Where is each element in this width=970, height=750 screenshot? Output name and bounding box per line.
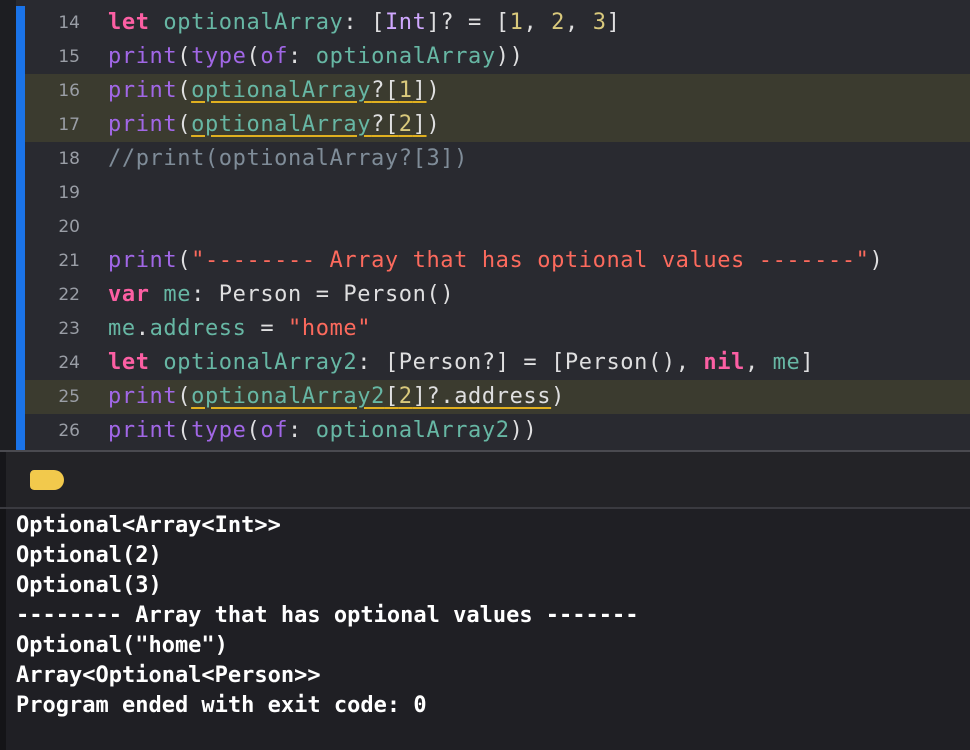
code-editor[interactable]: 14 let optionalArray: [Int]? = [1, 2, 3]… xyxy=(0,0,970,450)
line-number: 20 xyxy=(58,217,80,237)
code-line[interactable]: 18 //print(optionalArray?[3]) xyxy=(25,142,970,176)
code-line[interactable]: 26 print(type(of: optionalArray2)) xyxy=(25,414,970,448)
code-line-warning[interactable]: 25 print(optionalArray2[2]?.address) xyxy=(25,380,970,414)
code-line-warning[interactable]: 17 print(optionalArray?[2]) xyxy=(25,108,970,142)
code-line[interactable]: 15 print(type(of: optionalArray)) xyxy=(25,40,970,74)
debug-toolbar xyxy=(0,452,970,508)
code-line[interactable]: 21 print("-------- Array that has option… xyxy=(25,244,970,278)
console-line: Optional(2) xyxy=(16,543,162,568)
code-text[interactable]: print(optionalArray?[2]) xyxy=(108,108,440,142)
code-text[interactable]: let optionalArray2: [Person?] = [Person(… xyxy=(108,346,814,380)
line-number: 17 xyxy=(58,115,80,135)
line-number: 15 xyxy=(58,47,80,67)
code-line[interactable]: 23 me.address = "home" xyxy=(25,312,970,346)
debug-console[interactable]: Optional<Array<Int>> Optional(2) Optiona… xyxy=(0,509,970,750)
line-number: 21 xyxy=(58,251,80,271)
code-line[interactable]: 20 xyxy=(25,210,970,244)
code-line[interactable]: 14 let optionalArray: [Int]? = [1, 2, 3] xyxy=(25,6,970,40)
code-text[interactable]: print(type(of: optionalArray2)) xyxy=(108,414,537,448)
code-line-warning[interactable]: 16 print(optionalArray?[1]) xyxy=(25,74,970,108)
code-text[interactable]: var me: Person = Person() xyxy=(108,278,454,312)
breakpoint-tag-icon[interactable] xyxy=(30,470,64,490)
console-line: Array<Optional<Person>> xyxy=(16,663,321,688)
line-number: 18 xyxy=(58,149,80,169)
line-number: 25 xyxy=(58,387,80,407)
console-line: Optional<Array<Int>> xyxy=(16,513,281,538)
code-text[interactable]: let optionalArray: [Int]? = [1, 2, 3] xyxy=(108,6,620,40)
code-line[interactable]: 24 let optionalArray2: [Person?] = [Pers… xyxy=(25,346,970,380)
line-number: 26 xyxy=(58,421,80,441)
code-text[interactable]: print(optionalArray2[2]?.address) xyxy=(108,380,565,414)
editor-gutter-edge xyxy=(0,0,16,450)
code-text[interactable]: me.address = "home" xyxy=(108,312,371,346)
line-number: 19 xyxy=(58,183,80,203)
code-text[interactable]: print(optionalArray?[1]) xyxy=(108,74,440,108)
line-number: 14 xyxy=(58,13,80,33)
code-line[interactable]: 22 var me: Person = Person() xyxy=(25,278,970,312)
console-line: Program ended with exit code: 0 xyxy=(16,693,427,718)
line-number: 23 xyxy=(58,319,80,339)
code-line[interactable]: 19 xyxy=(25,176,970,210)
line-number: 22 xyxy=(58,285,80,305)
code-text[interactable]: print("-------- Array that has optional … xyxy=(108,244,883,278)
console-line: -------- Array that has optional values … xyxy=(16,603,639,628)
line-number: 16 xyxy=(58,81,80,101)
line-number: 24 xyxy=(58,353,80,373)
source-change-bar xyxy=(16,6,25,450)
console-line: Optional(3) xyxy=(16,573,162,598)
code-text[interactable]: print(type(of: optionalArray)) xyxy=(108,40,523,74)
console-line: Optional("home") xyxy=(16,633,228,658)
code-comment[interactable]: //print(optionalArray?[3]) xyxy=(108,142,468,176)
